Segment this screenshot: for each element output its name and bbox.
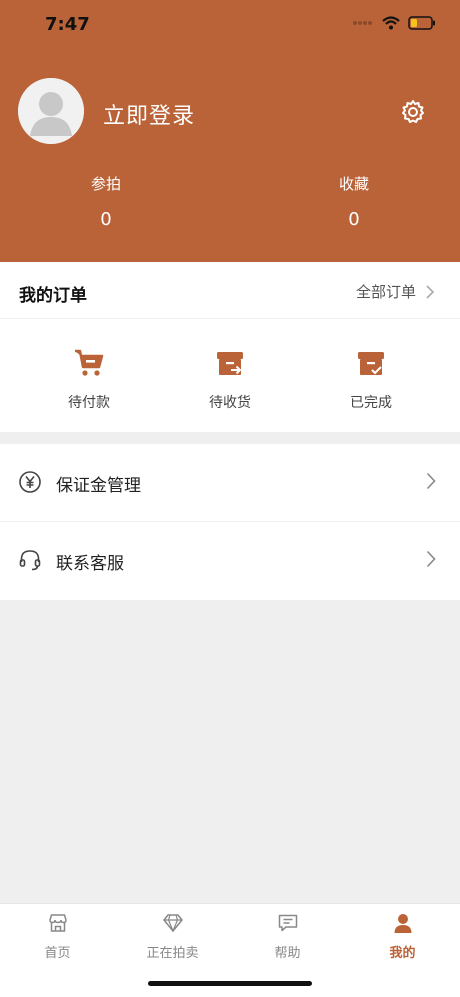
- chevron-right-icon: [426, 284, 434, 299]
- avatar[interactable]: [18, 78, 84, 144]
- signal-icon: [353, 21, 372, 25]
- menu-item-label: 联系客服: [56, 554, 124, 574]
- stat-participated[interactable]: 参拍 0: [46, 173, 166, 230]
- chevron-right-icon: [426, 472, 436, 490]
- menu-item-deposit[interactable]: 保证金管理: [0, 444, 460, 522]
- tab-auctions[interactable]: 正在拍卖: [115, 912, 230, 961]
- order-pending-payment[interactable]: 待付款: [39, 348, 139, 412]
- chevron-right-icon: [426, 550, 436, 568]
- all-orders-link[interactable]: 全部订单: [356, 281, 434, 302]
- stat-value: 0: [348, 209, 360, 230]
- tab-label: 帮助: [274, 946, 301, 961]
- menu-list: 保证金管理 联系客服: [0, 444, 460, 600]
- package-check-icon: [358, 352, 384, 375]
- menu-item-customer-service[interactable]: 联系客服: [0, 522, 460, 600]
- order-completed[interactable]: 已完成: [321, 348, 421, 412]
- stat-favorites[interactable]: 收藏 0: [294, 173, 414, 230]
- status-icons: [352, 16, 436, 30]
- headset-icon: [19, 550, 41, 571]
- status-time: 7:47: [45, 14, 90, 35]
- menu-item-label: 保证金管理: [56, 476, 141, 496]
- orders-title: 我的订单: [19, 286, 87, 306]
- home-indicator: [148, 981, 312, 986]
- tab-label: 我的: [389, 946, 416, 961]
- order-item-label: 待付款: [68, 395, 110, 411]
- battery-icon: [408, 16, 435, 30]
- package-arrow-icon: [217, 352, 243, 375]
- all-orders-label: 全部订单: [355, 283, 416, 301]
- chat-icon: [278, 914, 297, 932]
- order-pending-receipt[interactable]: 待收货: [180, 348, 280, 412]
- status-bar: 7:47: [0, 0, 460, 50]
- orders-card: 我的订单 全部订单 待付款 待收货 已完成: [0, 262, 460, 432]
- stat-label: 收藏: [338, 175, 369, 193]
- yen-icon: [19, 471, 41, 493]
- tab-home[interactable]: 首页: [0, 912, 115, 961]
- cart-icon: [75, 349, 104, 376]
- stat-value: 0: [100, 209, 112, 230]
- login-link[interactable]: 立即登录: [103, 98, 195, 130]
- diamond-icon: [162, 914, 183, 933]
- avatar-placeholder-icon: [18, 78, 84, 144]
- store-icon: [48, 914, 67, 932]
- order-item-label: 待收货: [209, 395, 251, 411]
- stat-label: 参拍: [90, 175, 121, 193]
- tab-help[interactable]: 帮助: [230, 912, 345, 961]
- divider: [0, 318, 460, 319]
- order-item-label: 已完成: [350, 395, 392, 411]
- person-icon: [394, 914, 411, 933]
- tab-label: 首页: [44, 946, 71, 961]
- tab-mine[interactable]: 我的: [345, 912, 460, 961]
- settings-gear-icon[interactable]: [399, 98, 427, 126]
- wifi-icon: [382, 16, 400, 30]
- tab-label: 正在拍卖: [146, 946, 199, 961]
